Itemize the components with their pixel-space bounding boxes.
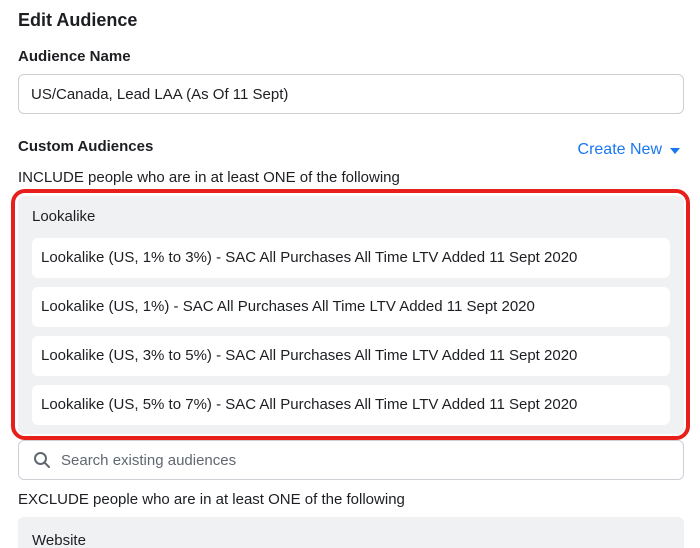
include-group-label: Lookalike bbox=[32, 208, 96, 225]
create-new-button[interactable]: Create New bbox=[578, 141, 680, 159]
caret-down-icon bbox=[670, 148, 680, 154]
dialog-title: Edit Audience bbox=[18, 10, 138, 30]
exclude-group-label: Website bbox=[32, 532, 86, 548]
search-icon bbox=[34, 452, 50, 468]
audience-item[interactable]: Lookalike (US, 1% to 3%) - SAC All Purch… bbox=[32, 238, 670, 278]
custom-audiences-label: Custom Audiences bbox=[18, 138, 154, 155]
exclude-group-box bbox=[18, 517, 684, 548]
include-rule-text: INCLUDE people who are in at least ONE o… bbox=[18, 169, 400, 186]
search-input[interactable] bbox=[61, 441, 683, 479]
search-box[interactable] bbox=[18, 440, 684, 480]
audience-name-label: Audience Name bbox=[18, 48, 131, 65]
audience-item[interactable]: Lookalike (US, 1%) - SAC All Purchases A… bbox=[32, 287, 670, 327]
audience-name-input[interactable] bbox=[18, 74, 684, 114]
create-new-label: Create New bbox=[577, 141, 662, 158]
audience-item[interactable]: Lookalike (US, 5% to 7%) - SAC All Purch… bbox=[32, 385, 670, 425]
exclude-rule-text: EXCLUDE people who are in at least ONE o… bbox=[18, 491, 405, 508]
audience-item[interactable]: Lookalike (US, 3% to 5%) - SAC All Purch… bbox=[32, 336, 670, 376]
